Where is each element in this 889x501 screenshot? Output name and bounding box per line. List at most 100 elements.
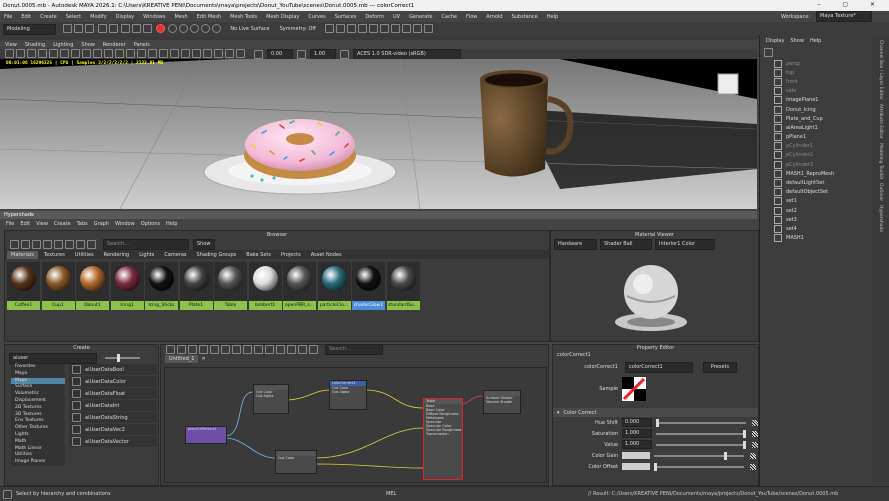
material-swatch[interactable]: Plate1 bbox=[179, 262, 213, 310]
browser-search-input[interactable]: Search... bbox=[103, 239, 189, 250]
select-component-icon[interactable] bbox=[143, 23, 153, 33]
shadows-icon[interactable] bbox=[159, 48, 168, 58]
smooth-shade-icon[interactable] bbox=[126, 48, 135, 58]
color-field[interactable] bbox=[622, 452, 650, 459]
attribute-slider[interactable] bbox=[654, 462, 744, 471]
outliner-item[interactable]: top bbox=[760, 68, 873, 77]
browser-tab-shading-groups[interactable]: Shading Groups bbox=[193, 251, 241, 259]
large-swatch-icon[interactable] bbox=[43, 240, 52, 249]
graph-tab[interactable]: Untitled_1 bbox=[165, 354, 199, 363]
map-button-icon[interactable] bbox=[752, 419, 758, 426]
attribute-slider[interactable] bbox=[654, 451, 744, 460]
menu-item-display[interactable]: Display bbox=[116, 14, 134, 20]
redo-icon[interactable] bbox=[108, 23, 118, 33]
menu-item-surfaces[interactable]: Surfaces bbox=[335, 14, 357, 20]
grid-toggle-icon[interactable] bbox=[309, 345, 318, 354]
show-button[interactable]: Show bbox=[193, 239, 215, 250]
image-plane-icon[interactable] bbox=[38, 48, 47, 58]
place2d-texture-node[interactable]: place2dTexture1 bbox=[185, 426, 227, 444]
presets-button[interactable]: Presets bbox=[703, 361, 737, 373]
hypershade-menu-file[interactable]: File bbox=[6, 221, 14, 227]
viewport-3d[interactable]: 00:01:06 16296325 | CPU | Samples 3/2/2/… bbox=[0, 59, 757, 209]
map-button-icon[interactable] bbox=[750, 452, 756, 459]
live-surface-label[interactable]: No Live Surface bbox=[230, 26, 269, 32]
clear-graph-icon[interactable] bbox=[199, 345, 208, 354]
browser-tab-bake-sets[interactable]: Bake Sets bbox=[242, 251, 275, 259]
viewport-menu-view[interactable]: View bbox=[5, 42, 17, 48]
browser-tab-rendering[interactable]: Rendering bbox=[100, 251, 134, 259]
mel-label[interactable]: MEL bbox=[386, 491, 396, 497]
xray-joints-icon[interactable] bbox=[225, 48, 234, 58]
xray-icon[interactable] bbox=[214, 48, 223, 58]
outliner-menu-show[interactable]: Show bbox=[790, 38, 804, 44]
open-scene-icon[interactable] bbox=[74, 23, 83, 33]
outliner-item[interactable]: pCylinder2 bbox=[760, 151, 873, 160]
menu-item-edit-mesh[interactable]: Edit Mesh bbox=[197, 14, 221, 20]
snap-view-icon[interactable] bbox=[201, 23, 211, 33]
browser-tab-projects[interactable]: Projects bbox=[277, 251, 305, 259]
ao-icon[interactable] bbox=[170, 48, 179, 58]
window-controls[interactable]: – ▢ ✕ bbox=[817, 1, 885, 8]
snap-curve-icon[interactable] bbox=[179, 23, 189, 33]
attribute-value[interactable]: 0.000 bbox=[622, 418, 652, 427]
right-tab[interactable]: Outliner bbox=[878, 183, 883, 201]
render-icon[interactable] bbox=[324, 23, 334, 33]
map-button-icon[interactable] bbox=[752, 430, 758, 437]
outliner-item[interactable]: MASH1_ReproMesh bbox=[760, 169, 873, 178]
menu-item-select[interactable]: Select bbox=[66, 14, 81, 20]
menu-item-generate[interactable]: Generate bbox=[409, 14, 432, 20]
camera-icon[interactable] bbox=[390, 23, 400, 33]
right-tab[interactable]: Modeling Toolkit bbox=[878, 143, 883, 179]
create-category[interactable]: Math bbox=[11, 439, 65, 446]
outliner-item[interactable]: aiAreaLight1 bbox=[760, 123, 873, 132]
create-node-item[interactable]: aiUserDataString bbox=[69, 412, 157, 423]
outliner-item[interactable]: set1 bbox=[760, 197, 873, 206]
field-chart-icon[interactable] bbox=[93, 48, 102, 58]
menu-item-edit[interactable]: Edit bbox=[21, 14, 31, 20]
file-node-basecolor[interactable]: Out Color Out Alpha bbox=[253, 384, 289, 414]
outliner-item[interactable]: imagePlane1 bbox=[760, 96, 873, 105]
attribute-slider[interactable] bbox=[656, 429, 746, 438]
create-category[interactable]: Volumetric bbox=[11, 391, 65, 398]
attribute-slider[interactable] bbox=[656, 418, 746, 427]
outliner-item[interactable]: defaultObjectSet bbox=[760, 188, 873, 197]
material-swatch[interactable]: particleClo... bbox=[317, 262, 351, 310]
grid-snap-icon[interactable] bbox=[298, 345, 307, 354]
material-swatch[interactable]: Coffee1 bbox=[7, 262, 40, 310]
section-chevron-icon[interactable]: ▾ bbox=[557, 410, 560, 416]
viewport-menu-shading[interactable]: Shading bbox=[25, 42, 45, 48]
select-object-icon[interactable] bbox=[132, 23, 142, 33]
snap-surface-icon[interactable] bbox=[212, 23, 222, 33]
browser-tab-lights[interactable]: Lights bbox=[135, 251, 158, 259]
browser-tab-materials[interactable]: Materials bbox=[7, 250, 38, 259]
tools-icon[interactable] bbox=[423, 23, 433, 33]
menu-item-windows[interactable]: Windows bbox=[143, 14, 165, 20]
outliner-item[interactable]: set4 bbox=[760, 224, 873, 233]
material-swatch[interactable]: standardSu... bbox=[386, 262, 420, 310]
exposure-field[interactable]: 0.00 bbox=[267, 48, 293, 60]
small-swatch-icon[interactable] bbox=[32, 240, 41, 249]
menu-item-create[interactable]: Create bbox=[40, 14, 57, 20]
grid-icon[interactable] bbox=[49, 48, 58, 58]
outliner-item[interactable]: side bbox=[760, 87, 873, 96]
outliner-item[interactable]: pCylinder3 bbox=[760, 160, 873, 169]
map-button-icon[interactable] bbox=[750, 463, 756, 470]
shelf-icon[interactable] bbox=[412, 23, 422, 33]
create-category[interactable]: 2D Textures bbox=[11, 405, 65, 412]
sort-name-icon[interactable] bbox=[54, 240, 63, 249]
camera-attrs-icon[interactable] bbox=[16, 48, 25, 58]
right-tab[interactable]: Hypershade bbox=[878, 205, 883, 232]
environment-select[interactable]: Interior1 Color bbox=[655, 239, 715, 250]
outliner-item[interactable]: set2 bbox=[760, 206, 873, 215]
create-category[interactable]: Favorites bbox=[11, 364, 65, 371]
right-tab[interactable]: Channel Box / Layer Editor bbox=[878, 40, 883, 100]
shape-select[interactable]: Shader Ball bbox=[600, 239, 652, 250]
resolution-gate-icon[interactable] bbox=[71, 48, 80, 58]
standard-surface-node[interactable]: Table Base Base Color Diffuse Roughness Meta… bbox=[423, 398, 463, 480]
menu-item-cache[interactable]: Cache bbox=[441, 14, 457, 20]
menu-item-help[interactable]: Help bbox=[547, 14, 558, 20]
hypershade-icon[interactable] bbox=[357, 23, 367, 33]
renderer-select[interactable]: Hardware bbox=[554, 239, 597, 250]
gate-mask-icon[interactable] bbox=[82, 48, 91, 58]
outliner-item[interactable]: pPlane1 bbox=[760, 133, 873, 142]
